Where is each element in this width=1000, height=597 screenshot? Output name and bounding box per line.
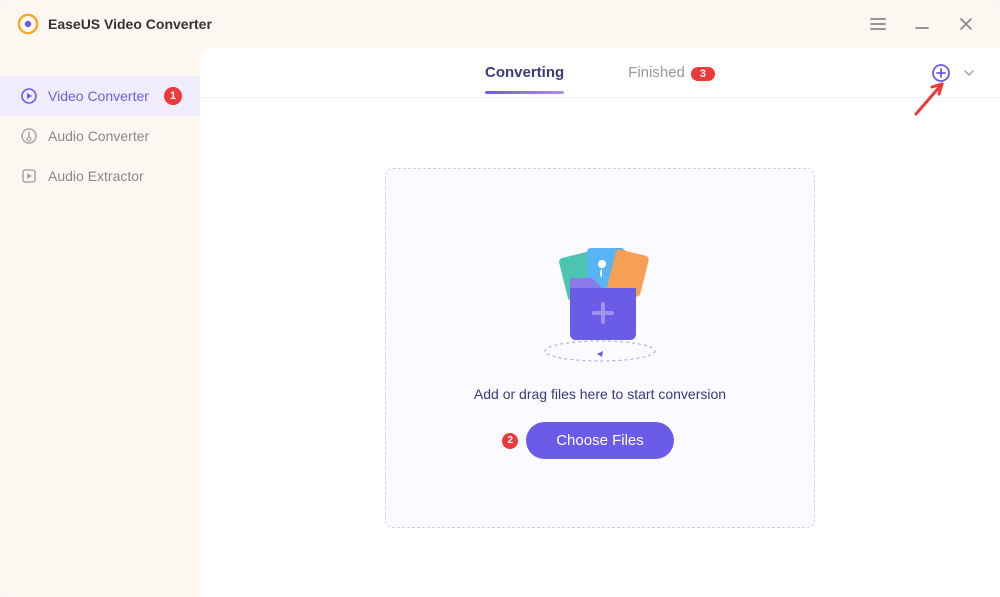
annotation-badge-1: 1	[164, 87, 182, 105]
dropzone[interactable]: Add or drag files here to start conversi…	[385, 168, 815, 528]
app-window: EaseUS Video Converter Video Converter 1	[0, 0, 1000, 597]
content-area: Add or drag files here to start conversi…	[200, 98, 1000, 597]
sidebar-item-label: Video Converter	[48, 88, 149, 104]
sidebar-item-audio-converter[interactable]: Audio Converter	[0, 116, 200, 156]
titlebar-controls	[868, 14, 976, 34]
dropzone-text: Add or drag files here to start conversi…	[474, 386, 726, 402]
tab-badge: 3	[691, 67, 715, 81]
audio-extractor-icon	[20, 167, 38, 185]
tab-finished[interactable]: Finished 3	[628, 52, 715, 93]
sidebar-item-label: Audio Converter	[48, 128, 149, 144]
annotation-badge-2: 2	[502, 433, 518, 449]
tab-underline	[485, 91, 564, 94]
add-file-icon[interactable]	[930, 62, 952, 84]
sidebar-item-video-converter[interactable]: Video Converter 1	[0, 76, 200, 116]
video-converter-icon	[20, 87, 38, 105]
tab-label: Converting	[485, 64, 564, 81]
app-logo-icon	[16, 12, 40, 36]
main-panel: Converting Finished 3	[200, 48, 1000, 597]
chevron-down-icon[interactable]	[962, 66, 976, 80]
close-icon[interactable]	[956, 14, 976, 34]
choose-files-button[interactable]: Choose Files	[526, 422, 674, 459]
app-title: EaseUS Video Converter	[48, 16, 860, 32]
sidebar-item-audio-extractor[interactable]: Audio Extractor	[0, 156, 200, 196]
folder-illustration-icon	[525, 236, 675, 366]
menu-icon[interactable]	[868, 14, 888, 34]
tab-converting[interactable]: Converting	[485, 52, 564, 93]
sidebar-item-label: Audio Extractor	[48, 168, 144, 184]
tab-label: Finished	[628, 64, 685, 81]
minimize-icon[interactable]	[912, 14, 932, 34]
audio-converter-icon	[20, 127, 38, 145]
sidebar: Video Converter 1 Audio Converter Audio …	[0, 48, 200, 597]
app-body: Video Converter 1 Audio Converter Audio …	[0, 48, 1000, 597]
titlebar: EaseUS Video Converter	[0, 0, 1000, 48]
tabbar: Converting Finished 3	[200, 48, 1000, 98]
